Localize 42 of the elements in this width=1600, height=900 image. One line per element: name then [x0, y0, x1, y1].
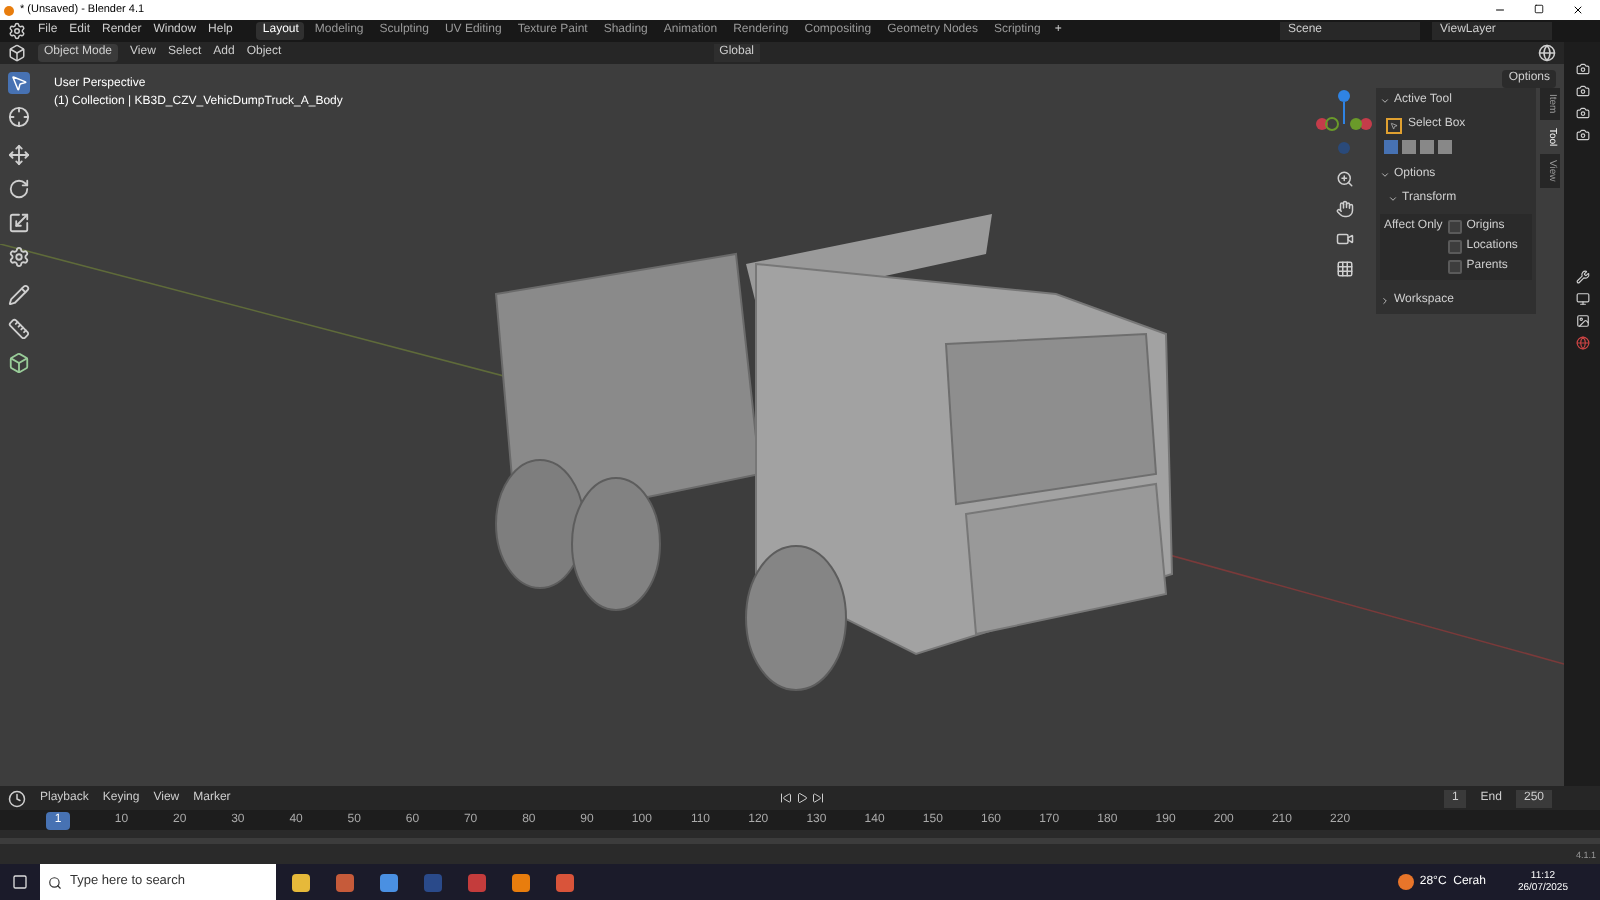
taskbar-app-icon[interactable] — [512, 873, 530, 891]
scale-tool-icon[interactable] — [8, 212, 30, 234]
add-cube-tool-icon[interactable] — [8, 352, 30, 374]
collapse-icon[interactable] — [1388, 194, 1398, 204]
grid-icon[interactable] — [1335, 260, 1353, 278]
minimize-icon[interactable] — [1494, 4, 1506, 16]
cursor-tool-icon[interactable] — [8, 106, 30, 128]
collapse-icon[interactable] — [1380, 170, 1390, 180]
select-box-icon — [1386, 117, 1402, 133]
camera-icon[interactable] — [1575, 84, 1589, 98]
camera-icon[interactable] — [1575, 128, 1589, 142]
start-menu-icon[interactable] — [12, 874, 28, 890]
move-tool-icon[interactable] — [8, 144, 30, 166]
annotate-tool-icon[interactable] — [8, 284, 30, 306]
camera-icon[interactable] — [1575, 106, 1589, 120]
maximize-icon[interactable] — [1534, 4, 1544, 14]
camera-icon[interactable] — [1335, 230, 1353, 248]
camera-icon[interactable] — [1575, 62, 1589, 76]
checkbox[interactable] — [1448, 240, 1463, 254]
editor-type-icon[interactable] — [8, 44, 26, 62]
taskbar-app-icon[interactable] — [336, 873, 354, 891]
collapse-icon[interactable] — [1380, 96, 1390, 106]
play-icon[interactable] — [796, 792, 809, 804]
jump-start-icon[interactable] — [780, 792, 793, 804]
editor-type-icon[interactable] — [8, 789, 26, 807]
app-icon — [4, 5, 14, 15]
close-icon[interactable] — [1572, 4, 1584, 16]
select-tool-icon[interactable] — [8, 72, 30, 94]
jump-end-icon[interactable] — [812, 792, 825, 804]
axis-gizmo-icon[interactable] — [1314, 88, 1374, 156]
rotate-tool-icon[interactable] — [8, 178, 30, 200]
world-icon[interactable] — [1575, 336, 1589, 350]
zoom-icon[interactable] — [1335, 170, 1353, 188]
expand-icon[interactable] — [1380, 296, 1390, 306]
pan-icon[interactable] — [1335, 200, 1353, 218]
taskbar-app-icon[interactable] — [380, 873, 398, 891]
taskbar-app-icon[interactable] — [556, 873, 574, 891]
checkbox[interactable] — [1448, 220, 1463, 234]
checkbox[interactable] — [1448, 260, 1463, 274]
search-icon — [48, 875, 62, 889]
taskbar-app-icon[interactable] — [292, 873, 310, 891]
measure-tool-icon[interactable] — [8, 318, 30, 340]
